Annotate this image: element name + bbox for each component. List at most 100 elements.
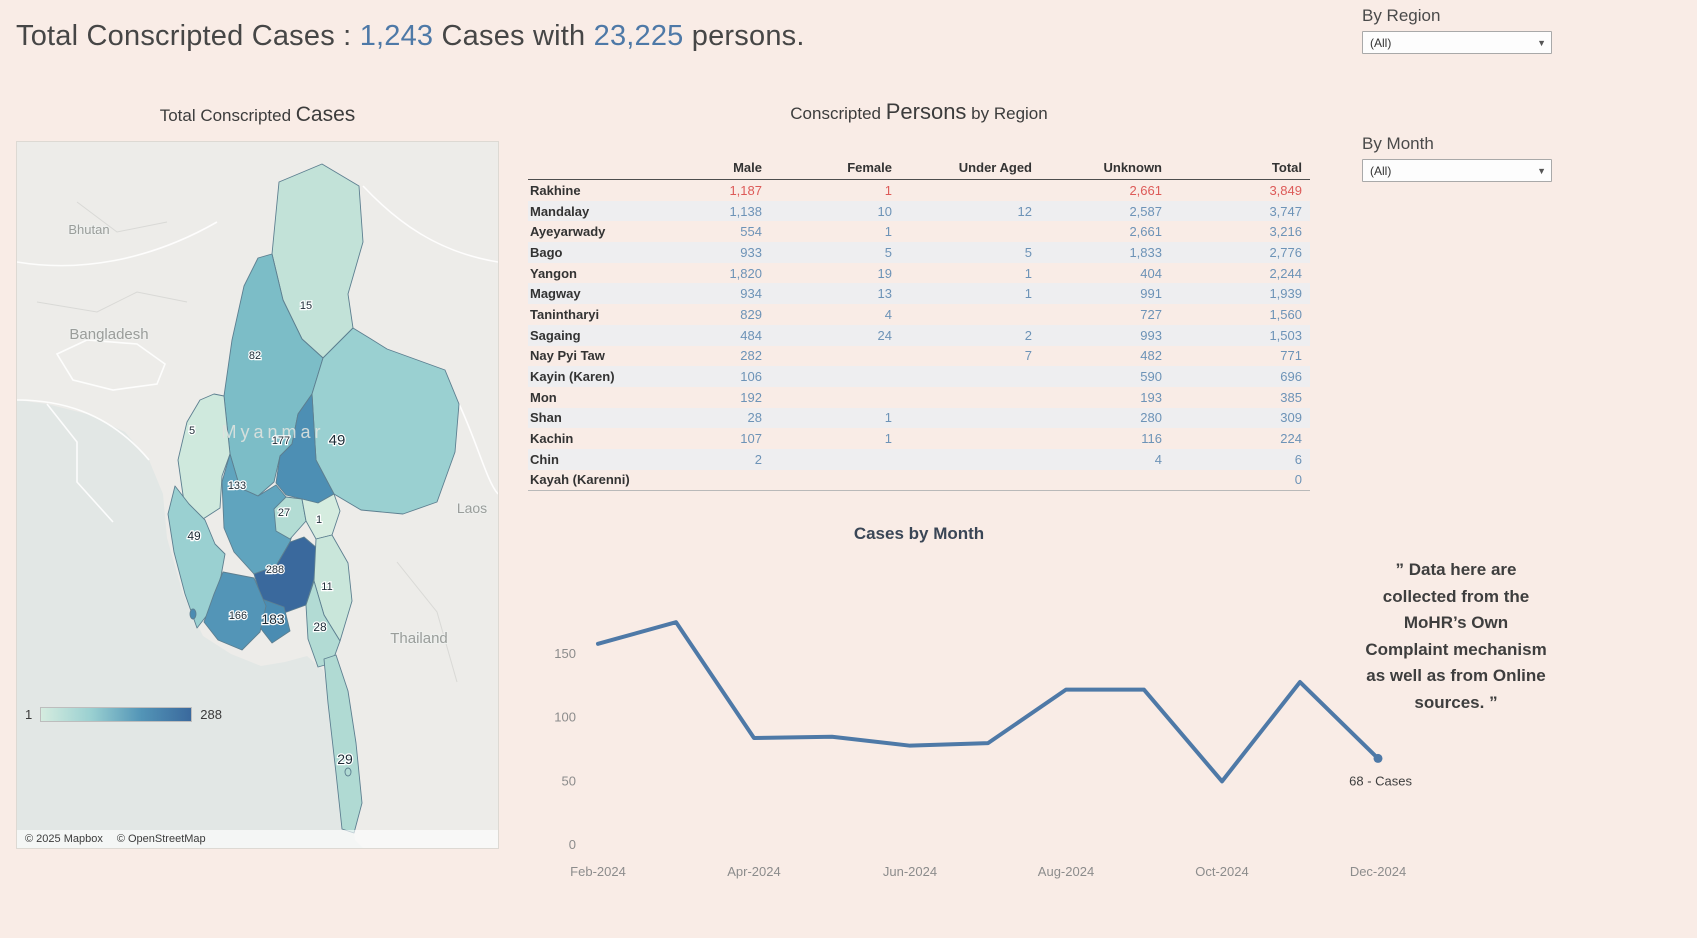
cell-under-aged (900, 470, 1040, 491)
cell-female: 5 (770, 242, 900, 263)
myanmar-map: Bhutan Bangladesh Laos Thailand Myanmar … (16, 141, 499, 849)
cell-male (700, 470, 770, 491)
cell-unknown: 404 (1040, 263, 1170, 284)
cell-total: 1,503 (1170, 325, 1310, 346)
cell-under-aged (900, 387, 1040, 408)
cell-male: 934 (700, 283, 770, 304)
total-cases-count: 1,243 (360, 20, 434, 52)
region-value-rakhine: 49 (187, 529, 201, 543)
map-legend: 1 288 (25, 707, 222, 722)
region-value-sagaing: 82 (249, 350, 261, 362)
x-tick-label: Apr-2024 (727, 864, 780, 879)
cell-unknown: 193 (1040, 387, 1170, 408)
filter-region-dropdown[interactable]: (All) ▼ (1362, 31, 1552, 54)
cell-region: Shan (528, 408, 700, 429)
table-row[interactable]: Mon192193385 (528, 387, 1310, 408)
cell-region: Kayin (Karen) (528, 366, 700, 387)
x-tick-label: Dec-2024 (1350, 864, 1406, 879)
cell-male: 192 (700, 387, 770, 408)
cell-unknown: 4 (1040, 449, 1170, 470)
cell-region: Sagaing (528, 325, 700, 346)
table-title-small-2: by Region (966, 104, 1047, 123)
cell-region: Magway (528, 283, 700, 304)
y-tick-label: 150 (554, 646, 576, 661)
region-value-yangon: 183 (261, 611, 285, 627)
cell-under-aged (900, 408, 1040, 429)
country-label-bangladesh: Bangladesh (69, 326, 148, 343)
cases-line-series[interactable] (598, 622, 1378, 781)
region-value-chin: 5 (189, 425, 195, 437)
table-row[interactable]: Tanintharyi82947271,560 (528, 304, 1310, 325)
cell-region: Mon (528, 387, 700, 408)
map-title: Total Conscripted Cases (16, 103, 499, 127)
column-header-under-aged[interactable]: Under Aged (900, 158, 1040, 180)
osm-attribution-link[interactable]: © OpenStreetMap (117, 833, 206, 845)
cell-unknown: 1,833 (1040, 242, 1170, 263)
country-label-laos: Laos (457, 500, 487, 516)
cell-total: 1,560 (1170, 304, 1310, 325)
y-tick-label: 50 (562, 773, 576, 788)
map-islet (345, 768, 351, 776)
filter-region-value: (All) (1370, 36, 1391, 50)
last-point-marker[interactable] (1374, 754, 1383, 763)
cell-under-aged (900, 366, 1040, 387)
table-row[interactable]: Chin246 (528, 449, 1310, 470)
cell-female: 1 (770, 428, 900, 449)
cell-unknown: 116 (1040, 428, 1170, 449)
cell-total: 2,244 (1170, 263, 1310, 284)
title-suffix: persons. (684, 20, 805, 52)
cell-region: Yangon (528, 263, 700, 284)
cell-under-aged: 1 (900, 263, 1040, 284)
region-value-kachin: 15 (300, 300, 312, 312)
map-attribution: © 2025 Mapbox © OpenStreetMap (17, 830, 498, 848)
table-row[interactable]: Mandalay1,13810122,5873,747 (528, 201, 1310, 222)
filter-month-value: (All) (1370, 164, 1391, 178)
table-row[interactable]: Kayin (Karen)106590696 (528, 366, 1310, 387)
persons-by-region-table: Male Female Under Aged Unknown Total Rak… (528, 158, 1310, 491)
table-row[interactable]: Magway9341319911,939 (528, 283, 1310, 304)
chevron-down-icon[interactable]: ▼ (1537, 166, 1546, 176)
cell-male: 1,820 (700, 263, 770, 284)
column-header-total[interactable]: Total (1170, 158, 1310, 180)
cell-under-aged (900, 304, 1040, 325)
region-value-kayah: 1 (316, 514, 322, 526)
column-header-male[interactable]: Male (700, 158, 770, 180)
table-row[interactable]: Nay Pyi Taw2827482771 (528, 346, 1310, 367)
table-row[interactable]: Rakhine1,18712,6613,849 (528, 180, 1310, 201)
region-value-bago: 288 (266, 564, 284, 576)
map-title-small: Total Conscripted (160, 106, 296, 125)
filter-month-dropdown[interactable]: (All) ▼ (1362, 159, 1552, 182)
x-axis-ticks: Feb-2024Apr-2024Jun-2024Aug-2024Oct-2024… (570, 864, 1406, 879)
column-header-female[interactable]: Female (770, 158, 900, 180)
cell-female: 1 (770, 180, 900, 201)
cell-male: 1,187 (700, 180, 770, 201)
table-row[interactable]: Kachin1071116224 (528, 428, 1310, 449)
data-source-quote: ” Data here are collected from the MoHR’… (1360, 557, 1552, 716)
cell-total: 771 (1170, 346, 1310, 367)
table-header-row: Male Female Under Aged Unknown Total (528, 158, 1310, 180)
cell-region: Kachin (528, 428, 700, 449)
cell-total: 3,216 (1170, 221, 1310, 242)
cell-under-aged (900, 449, 1040, 470)
table-row[interactable]: Shan281280309 (528, 408, 1310, 429)
column-header-region (528, 158, 700, 180)
title-mid: Cases with (433, 20, 593, 52)
chevron-down-icon[interactable]: ▼ (1537, 38, 1546, 48)
table-row[interactable]: Bago933551,8332,776 (528, 242, 1310, 263)
legend-gradient-bar (40, 707, 192, 722)
table-row[interactable]: Sagaing4842429931,503 (528, 325, 1310, 346)
mapbox-attribution-link[interactable]: © 2025 Mapbox (25, 833, 103, 845)
cell-male: 933 (700, 242, 770, 263)
cell-under-aged: 5 (900, 242, 1040, 263)
cell-total: 6 (1170, 449, 1310, 470)
page-title: Total Conscripted Cases : 1,243 Cases wi… (16, 20, 805, 53)
map-canvas: Bhutan Bangladesh Laos Thailand Myanmar … (17, 142, 498, 848)
cell-male: 1,138 (700, 201, 770, 222)
column-header-unknown[interactable]: Unknown (1040, 158, 1170, 180)
cell-female: 4 (770, 304, 900, 325)
table-row[interactable]: Kayah (Karenni)0 (528, 470, 1310, 491)
table-row[interactable]: Yangon1,8201914042,244 (528, 263, 1310, 284)
y-tick-label: 100 (554, 710, 576, 725)
table-row[interactable]: Ayeyarwady55412,6613,216 (528, 221, 1310, 242)
total-persons-count: 23,225 (594, 20, 684, 52)
